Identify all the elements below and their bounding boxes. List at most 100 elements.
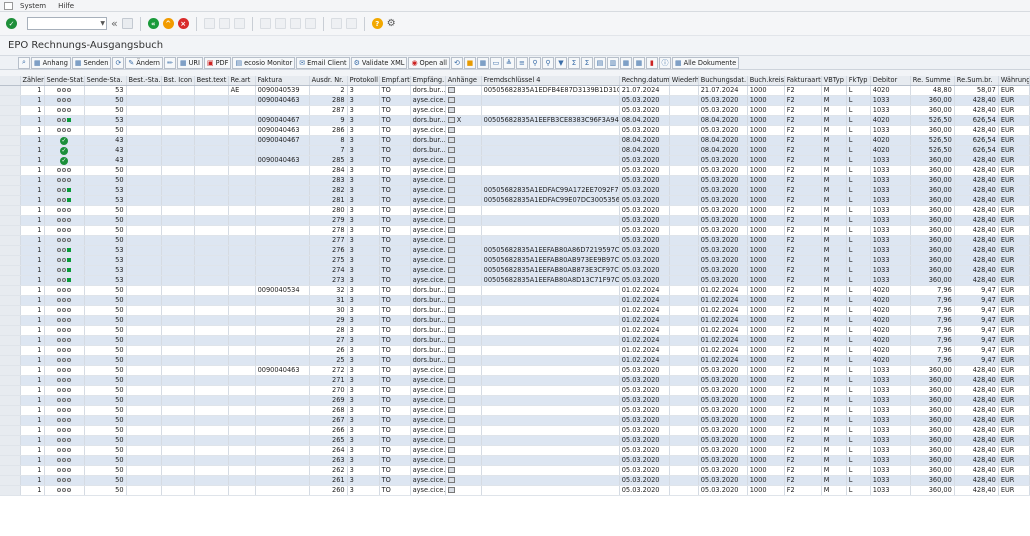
table-cell[interactable]: L (846, 415, 871, 426)
grid-icon[interactable]: ▦ (476, 56, 489, 69)
table-cell[interactable]: 428,40 (954, 175, 999, 186)
table-cell[interactable]: ayse.cice... (410, 425, 446, 436)
send-status-cell[interactable] (44, 115, 85, 126)
table-cell[interactable]: M (821, 305, 847, 316)
column-header[interactable]: Protokoll (347, 76, 380, 86)
find-next-icon[interactable] (233, 18, 245, 29)
table-cell[interactable]: ayse.cice... (410, 225, 446, 236)
table-row[interactable]: 1 50 2803TOayse.cice... 05.03.2020 05.03.20… (0, 205, 1030, 216)
table-cell[interactable] (194, 345, 229, 356)
table-cell[interactable]: 01.02.2024 (619, 295, 670, 306)
table-cell[interactable]: EUR (998, 475, 1030, 486)
table-cell[interactable]: 01.02.2024 (698, 295, 748, 306)
table-cell[interactable] (194, 415, 229, 426)
table-cell[interactable]: 428,40 (954, 185, 999, 196)
table-cell[interactable] (669, 125, 699, 136)
table-cell[interactable]: dors.bur... (410, 305, 446, 316)
table-cell[interactable] (669, 305, 699, 316)
send-status-cell[interactable] (44, 175, 85, 186)
table-cell[interactable]: TO (379, 115, 411, 126)
table-row[interactable]: 1 53 2753TOayse.cice... 00505682835A1EEFAB… (0, 255, 1030, 266)
table-cell[interactable]: 1000 (747, 275, 785, 286)
ecosio-monitor-button[interactable]: ▤ ecosio Monitor (232, 56, 296, 69)
table-cell[interactable]: F2 (784, 195, 822, 206)
table-cell[interactable]: 29 (309, 315, 348, 326)
table-cell[interactable] (481, 345, 620, 356)
table-cell[interactable]: 01.02.2024 (619, 335, 670, 346)
attachment-cell[interactable] (445, 445, 482, 456)
row-selector[interactable] (0, 295, 21, 306)
table-cell[interactable]: L (846, 195, 871, 206)
table-cell[interactable] (194, 245, 229, 256)
table-cell[interactable] (255, 205, 310, 216)
table-cell[interactable]: L (846, 345, 871, 356)
last-page-icon[interactable] (304, 18, 316, 29)
table-cell[interactable] (481, 105, 620, 116)
table-cell[interactable] (228, 295, 256, 306)
table-cell[interactable]: EUR (998, 205, 1030, 216)
table-cell[interactable]: EUR (998, 225, 1030, 236)
table-cell[interactable]: L (846, 305, 871, 316)
table-cell[interactable]: 50 (84, 465, 127, 476)
table-cell[interactable]: L (846, 205, 871, 216)
send-status-cell[interactable] (44, 345, 85, 356)
table-cell[interactable]: 428,40 (954, 465, 999, 476)
table-cell[interactable] (255, 175, 310, 186)
table-cell[interactable]: 53 (84, 85, 127, 96)
table-cell[interactable]: L (846, 335, 871, 346)
table-cell[interactable]: 0090040467 (255, 135, 310, 146)
table-cell[interactable]: M (821, 205, 847, 216)
table-cell[interactable]: 3 (347, 335, 380, 346)
table-cell[interactable]: 00505682835A1EEFAB80AB873E3CF97C (481, 265, 620, 276)
row-selector[interactable] (0, 195, 21, 206)
row-selector[interactable] (0, 445, 21, 456)
table-cell[interactable]: M (821, 295, 847, 306)
table-row[interactable]: 1 50 2683TOayse.cice... 05.03.2020 05.03.20… (0, 405, 1030, 416)
table-cell[interactable] (161, 415, 195, 426)
table-cell[interactable] (669, 265, 699, 276)
table-cell[interactable]: 278 (309, 225, 348, 236)
table-cell[interactable]: 08.04.2020 (698, 135, 748, 146)
table-cell[interactable]: M (821, 255, 847, 266)
table-cell[interactable]: 1 (20, 235, 45, 246)
send-status-cell[interactable] (44, 95, 85, 106)
table-cell[interactable]: 3 (347, 425, 380, 436)
table-cell[interactable]: 9,47 (954, 355, 999, 366)
table-cell[interactable]: 1 (20, 445, 45, 456)
uri-button[interactable]: ▦ URI (176, 56, 203, 69)
table-cell[interactable] (161, 345, 195, 356)
column-header[interactable]: FkTyp (846, 76, 871, 86)
table-cell[interactable]: 05.03.2020 (619, 195, 670, 206)
table-cell[interactable]: 1 (20, 215, 45, 226)
table-cell[interactable]: 3 (347, 305, 380, 316)
table-cell[interactable] (194, 315, 229, 326)
table-cell[interactable]: 360,00 (910, 435, 955, 446)
table-row[interactable]: 1 50 2603TOayse.cice... 05.03.2020 05.03.20… (0, 485, 1030, 496)
row-selector[interactable] (0, 315, 21, 326)
table-cell[interactable]: 05.03.2020 (698, 485, 748, 496)
table-cell[interactable]: EUR (998, 445, 1030, 456)
table-cell[interactable]: EUR (998, 395, 1030, 406)
table-cell[interactable] (669, 85, 699, 96)
table-cell[interactable]: 360,00 (910, 465, 955, 476)
table-cell[interactable]: 360,00 (910, 475, 955, 486)
column-header[interactable]: Wiederh (669, 76, 699, 86)
attachment-cell[interactable] (445, 95, 482, 106)
table-cell[interactable] (255, 425, 310, 436)
table-cell[interactable]: 4020 (870, 315, 911, 326)
table-cell[interactable]: 05.03.2020 (698, 455, 748, 466)
table-cell[interactable]: 1033 (870, 485, 911, 496)
table-cell[interactable]: 01.02.2024 (698, 355, 748, 366)
table-cell[interactable]: 05.03.2020 (698, 195, 748, 206)
table-cell[interactable] (194, 475, 229, 486)
table-cell[interactable]: M (821, 415, 847, 426)
table-cell[interactable]: 3 (347, 445, 380, 456)
table-cell[interactable]: 21.07.2024 (698, 85, 748, 96)
table-cell[interactable]: F2 (784, 485, 822, 496)
table-cell[interactable]: TO (379, 265, 411, 276)
table-cell[interactable]: 9,47 (954, 285, 999, 296)
table-cell[interactable]: 1 (20, 395, 45, 406)
table-cell[interactable] (194, 435, 229, 446)
table-cell[interactable] (669, 345, 699, 356)
table-row[interactable]: 1 53 2733TOayse.cice... 00505682835A1EEFAB… (0, 275, 1030, 286)
